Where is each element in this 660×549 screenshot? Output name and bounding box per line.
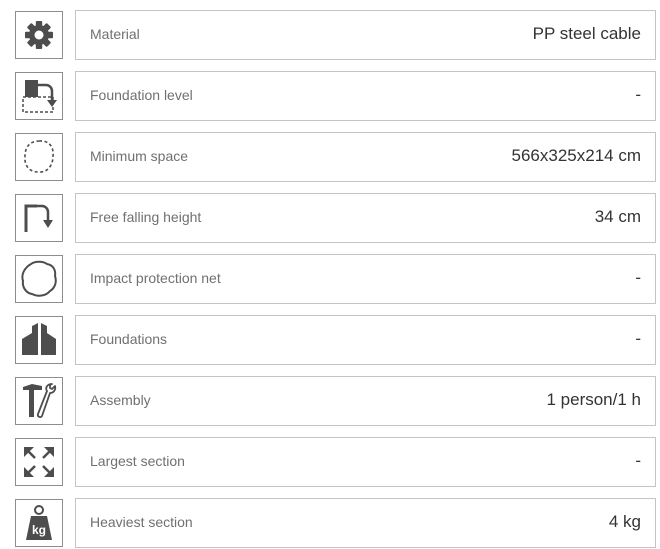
spec-value: - (635, 451, 641, 470)
spec-field-minimum-space: Minimum space 566x325x214 cm (75, 132, 656, 182)
spec-row-material: Material PP steel cable (0, 9, 660, 61)
impact-net-icon (15, 255, 63, 303)
spec-field-foundations: Foundations - (75, 315, 656, 365)
spec-value: 4 kg (608, 512, 641, 531)
spec-row-free-falling-height: Free falling height 34 cm (0, 192, 660, 244)
spec-row-assembly: Assembly 1 person/1 h (0, 375, 660, 427)
weight-icon: kg (15, 499, 63, 547)
spec-value: PP steel cable (532, 24, 641, 43)
gear-icon (15, 11, 63, 59)
spec-label: Impact protection net (90, 270, 221, 286)
minimum-space-icon (15, 133, 63, 181)
spec-label: Foundation level (90, 87, 193, 103)
spec-row-foundations: Foundations - (0, 314, 660, 366)
spec-row-largest-section: Largest section - (0, 436, 660, 488)
spec-label: Heaviest section (90, 514, 193, 530)
spec-row-minimum-space: Minimum space 566x325x214 cm (0, 131, 660, 183)
spec-label: Assembly (90, 392, 151, 408)
spec-field-impact-protection-net: Impact protection net - (75, 254, 656, 304)
spec-value: - (635, 329, 641, 348)
spec-value: 566x325x214 cm (511, 146, 641, 165)
fall-height-icon (15, 194, 63, 242)
spec-value: 1 person/1 h (546, 390, 641, 409)
spec-value: 34 cm (594, 207, 641, 226)
spec-field-heaviest-section: Heaviest section 4 kg (75, 498, 656, 548)
foundation-level-icon (15, 72, 63, 120)
spec-field-material: Material PP steel cable (75, 10, 656, 60)
spec-label: Minimum space (90, 148, 189, 164)
tools-icon (15, 377, 63, 425)
spec-label: Foundations (90, 331, 168, 347)
spec-row-impact-protection-net: Impact protection net - (0, 253, 660, 305)
spec-row-heaviest-section: kg Heaviest section 4 kg (0, 497, 660, 549)
spec-row-foundation-level: Foundation level - (0, 70, 660, 122)
spec-label: Material (90, 26, 140, 42)
spec-value: - (635, 268, 641, 287)
spec-value: - (635, 85, 641, 104)
spec-label: Free falling height (90, 209, 202, 225)
spec-field-largest-section: Largest section - (75, 437, 656, 487)
spec-field-foundation-level: Foundation level - (75, 71, 656, 121)
spec-label: Largest section (90, 453, 185, 469)
spec-field-assembly: Assembly 1 person/1 h (75, 376, 656, 426)
foundations-icon (15, 316, 63, 364)
svg-text:kg: kg (32, 523, 46, 537)
spec-field-free-falling-height: Free falling height 34 cm (75, 193, 656, 243)
expand-arrows-icon (15, 438, 63, 486)
